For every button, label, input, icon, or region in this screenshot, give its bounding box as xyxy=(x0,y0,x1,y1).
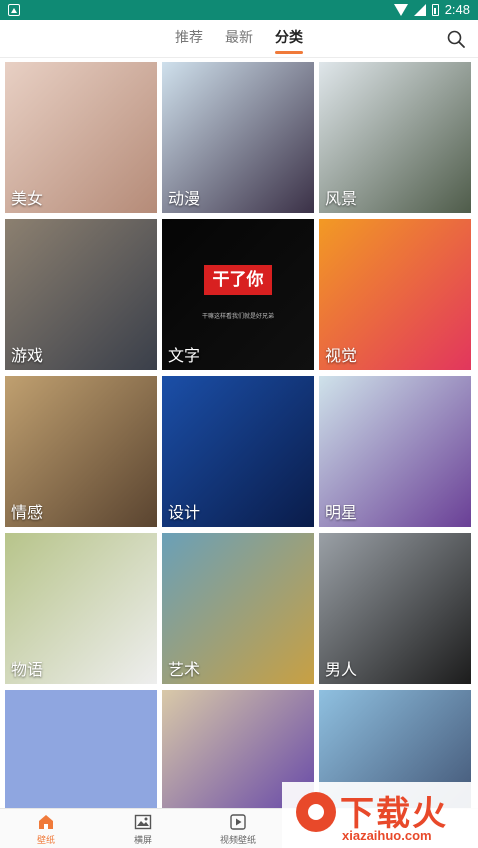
tile-image xyxy=(5,690,157,808)
category-tile-story[interactable]: 物语 xyxy=(5,533,157,684)
tile-label: 文字 xyxy=(168,346,201,365)
status-time: 2:48 xyxy=(444,2,470,17)
nav-item-wallpaper[interactable]: 壁纸 xyxy=(16,813,76,846)
tile-label: 情感 xyxy=(11,503,44,522)
top-bar: 推荐 最新 分类 xyxy=(0,20,478,58)
category-tile-scenery[interactable]: 风景 xyxy=(319,62,471,213)
tile-label: 游戏 xyxy=(11,346,44,365)
watermark-subtitle: xiazaihuo.com xyxy=(342,828,432,843)
tile-label: 设计 xyxy=(168,503,201,522)
image-icon xyxy=(134,814,152,830)
category-tile-visual[interactable]: 视觉 xyxy=(319,219,471,370)
search-button[interactable] xyxy=(446,29,466,49)
category-tile-men[interactable]: 男人 xyxy=(319,533,471,684)
category-tile-text[interactable]: 干了你 干嘛这样看我们就是好兄弟 文字 xyxy=(162,219,314,370)
search-icon xyxy=(447,30,465,48)
wifi-icon xyxy=(393,3,408,16)
tab-categories[interactable]: 分类 xyxy=(273,20,305,58)
category-grid: 美女 动漫 风景 游戏 干了你 干嘛这样看我们就是好兄弟 文字 视觉 情感 设计… xyxy=(5,62,473,808)
home-icon xyxy=(39,815,53,829)
tile-label: 艺术 xyxy=(168,660,201,679)
flame-logo-icon xyxy=(296,792,336,832)
battery-icon xyxy=(431,3,439,16)
tile-label: 视觉 xyxy=(325,346,358,365)
category-tile-games[interactable]: 游戏 xyxy=(5,219,157,370)
text-badge: 干了你 xyxy=(204,265,272,295)
tile-label: 风景 xyxy=(325,189,358,208)
tile-label: 物语 xyxy=(11,660,44,679)
category-tile-art[interactable]: 艺术 xyxy=(162,533,314,684)
category-tile-cartoon[interactable] xyxy=(5,690,157,808)
tile-label: 动漫 xyxy=(168,189,201,208)
watermark-logo: 下载火 xiazaihuo.com xyxy=(282,782,478,848)
tile-label: 美女 xyxy=(11,189,44,208)
category-tile-emotion[interactable]: 情感 xyxy=(5,376,157,527)
app-notification-icon xyxy=(8,4,20,16)
status-icons: 2:48 xyxy=(393,2,470,17)
category-tile-beauty[interactable]: 美女 xyxy=(5,62,157,213)
video-icon xyxy=(230,814,246,830)
tile-label: 男人 xyxy=(325,660,358,679)
status-bar: 2:48 xyxy=(0,0,478,20)
tab-latest[interactable]: 最新 xyxy=(223,20,255,58)
category-tabs: 推荐 最新 分类 xyxy=(0,20,478,58)
nav-label: 壁纸 xyxy=(36,836,55,846)
category-tile-anime[interactable]: 动漫 xyxy=(162,62,314,213)
tab-recommended[interactable]: 推荐 xyxy=(173,20,205,58)
text-caption: 干嘛这样看我们就是好兄弟 xyxy=(201,313,274,320)
nav-item-landscape[interactable]: 横屏 xyxy=(113,813,173,846)
nav-label: 横屏 xyxy=(133,836,152,846)
signal-icon xyxy=(413,3,426,16)
tile-label: 明星 xyxy=(325,503,358,522)
category-tile-design[interactable]: 设计 xyxy=(162,376,314,527)
nav-label: 视频壁纸 xyxy=(219,836,256,846)
category-tile-celebrity[interactable]: 明星 xyxy=(319,376,471,527)
nav-item-video-wallpaper[interactable]: 视频壁纸 xyxy=(208,813,268,846)
